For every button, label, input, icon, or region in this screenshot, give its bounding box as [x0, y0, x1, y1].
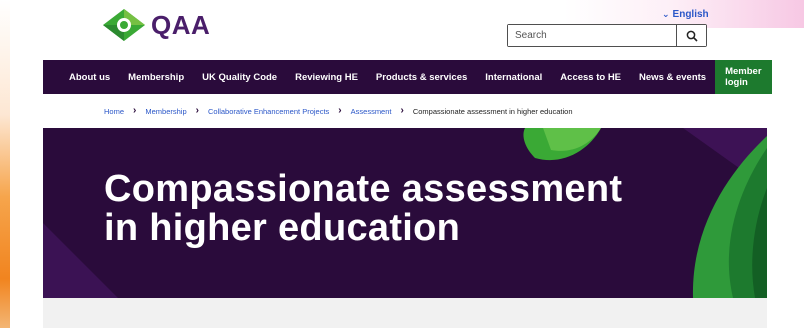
nav-item-about-us[interactable]: About us — [43, 60, 119, 94]
search-icon — [686, 30, 698, 42]
chevron-right-icon: › — [195, 105, 199, 116]
chevron-right-icon: › — [338, 105, 342, 116]
nav-item-access-to-he[interactable]: Access to HE — [551, 60, 630, 94]
chevron-right-icon: › — [400, 105, 404, 116]
search-input[interactable] — [508, 25, 676, 46]
page-title-line-1: Compassionate assessment — [104, 168, 623, 210]
nav-item-reviewing-he[interactable]: Reviewing HE — [286, 60, 367, 94]
language-selector[interactable]: ⌄ English — [662, 9, 709, 20]
main-navigation: About us Membership UK Quality Code Revi… — [43, 60, 772, 94]
qaa-logo[interactable]: QAA — [101, 8, 210, 42]
language-label: English — [672, 9, 709, 20]
nav-item-uk-quality-code[interactable]: UK Quality Code — [193, 60, 286, 94]
page-title: Compassionate assessment in higher educa… — [104, 170, 622, 248]
qaa-logo-icon — [103, 9, 145, 41]
search-box — [507, 24, 707, 47]
site-header: QAA ⌄ English — [0, 0, 804, 60]
nav-item-news-events[interactable]: News & events — [630, 60, 715, 94]
page-title-line-2: in higher education — [104, 207, 461, 249]
chevron-right-icon: › — [133, 105, 137, 116]
breadcrumb-membership[interactable]: Membership — [145, 107, 186, 116]
search-button[interactable] — [676, 25, 706, 46]
breadcrumb-current: Compassionate assessment in higher educa… — [412, 106, 573, 116]
logo-text: QAA — [151, 9, 211, 40]
breadcrumb-home[interactable]: Home — [104, 107, 124, 116]
nav-item-international[interactable]: International — [476, 60, 551, 94]
breadcrumb-collaborative-enhancement-projects[interactable]: Collaborative Enhancement Projects — [208, 107, 329, 116]
breadcrumb: Home › Membership › Collaborative Enhanc… — [104, 106, 573, 116]
member-login-button[interactable]: Member login — [715, 60, 772, 94]
chevron-down-icon: ⌄ — [662, 9, 670, 19]
hero-banner: Compassionate assessment in higher educa… — [43, 128, 767, 298]
content-area — [43, 298, 767, 328]
breadcrumb-assessment[interactable]: Assessment — [351, 107, 392, 116]
nav-item-products-services[interactable]: Products & services — [367, 60, 476, 94]
nav-item-membership[interactable]: Membership — [119, 60, 193, 94]
